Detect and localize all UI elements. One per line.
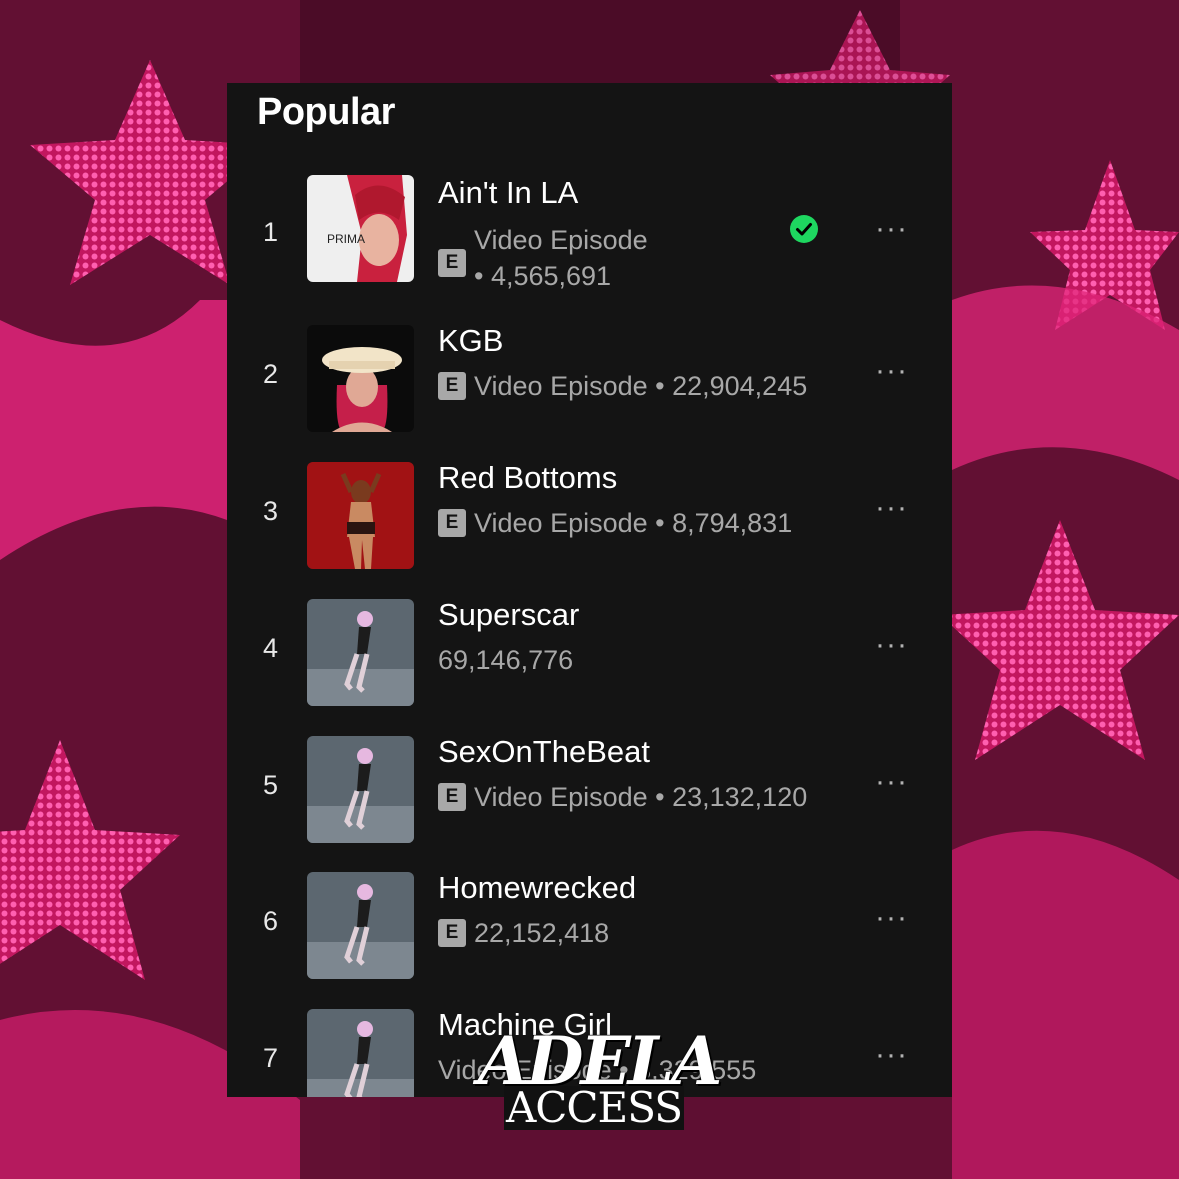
more-options-icon[interactable]: ··· xyxy=(875,214,908,244)
track-cover: PRIMA xyxy=(307,175,414,282)
more-options-icon[interactable]: ··· xyxy=(875,767,908,797)
track-rank: 1 xyxy=(263,217,279,247)
track-meta: Video Episode xyxy=(474,225,648,255)
track-row[interactable]: 2 KGB E Video Episode • 22,904,245 ··· xyxy=(227,323,952,433)
track-rank: 2 xyxy=(263,359,279,389)
track-meta: E Video Episode • 22,904,245 xyxy=(438,371,807,402)
explicit-badge: E xyxy=(438,782,466,811)
more-options-icon[interactable]: ··· xyxy=(875,630,908,660)
track-title: Homewrecked xyxy=(438,870,637,905)
cover-text: PRIMA xyxy=(327,232,365,246)
track-row[interactable]: 4 Superscar 69,146,776 ··· xyxy=(227,597,952,707)
track-row[interactable]: 3 Red Bottoms E Video Episode • 8,794,831… xyxy=(227,460,952,570)
track-title: Superscar xyxy=(438,597,580,632)
track-rank: 5 xyxy=(263,770,279,800)
track-cover xyxy=(307,325,414,432)
downloaded-check-icon xyxy=(790,215,818,243)
track-cover xyxy=(307,1009,414,1097)
track-meta: 69,146,776 xyxy=(438,645,574,675)
track-row[interactable]: 1 PRIMA Ain't In LA Video Episode E • 4,… xyxy=(227,175,952,295)
explicit-badge: E xyxy=(438,249,466,277)
track-title: Red Bottoms xyxy=(438,460,618,495)
track-meta-text: Video Episode • 23,132,120 xyxy=(474,782,808,812)
track-meta: E Video Episode • 8,794,831 xyxy=(438,508,792,539)
track-row[interactable]: 6 Homewrecked E 22,152,418 ··· xyxy=(227,870,952,980)
track-cover xyxy=(307,736,414,843)
explicit-badge: E xyxy=(438,371,466,400)
track-row[interactable]: 5 SexOnTheBeat E Video Episode • 23,132,1… xyxy=(227,734,952,844)
track-meta-text: Video Episode • 8,794,831 xyxy=(474,508,793,538)
more-options-icon[interactable]: ··· xyxy=(875,356,908,386)
more-options-icon[interactable]: ··· xyxy=(875,1040,908,1070)
track-rank: 4 xyxy=(263,633,279,663)
track-rank: 7 xyxy=(263,1043,279,1073)
track-title: KGB xyxy=(438,323,504,358)
more-options-icon[interactable]: ··· xyxy=(875,493,908,523)
explicit-badge: E xyxy=(438,918,466,947)
track-cover xyxy=(307,872,414,979)
track-cover xyxy=(307,599,414,706)
watermark-logo: ADELA ACCESS xyxy=(478,1022,722,1142)
popular-tracks-panel: Popular 1 PRIMA Ain't In LA Video Episod… xyxy=(227,83,952,1097)
track-cover xyxy=(307,462,414,569)
section-title: Popular xyxy=(257,91,395,133)
track-title: Ain't In LA xyxy=(438,175,579,210)
track-rank: 3 xyxy=(263,496,279,526)
track-meta-text: Video Episode • 22,904,245 xyxy=(474,371,808,401)
track-meta: E 22,152,418 xyxy=(438,918,609,949)
track-meta: E Video Episode • 23,132,120 xyxy=(438,782,807,813)
watermark-bottom-text: ACCESS xyxy=(504,1083,684,1132)
track-rank: 6 xyxy=(263,906,279,936)
track-meta-text: 22,152,418 xyxy=(474,918,610,948)
track-title: SexOnTheBeat xyxy=(438,734,650,769)
more-options-icon[interactable]: ··· xyxy=(875,903,908,933)
explicit-badge: E xyxy=(438,508,466,537)
track-play-count: • 4,565,691 xyxy=(474,261,612,291)
